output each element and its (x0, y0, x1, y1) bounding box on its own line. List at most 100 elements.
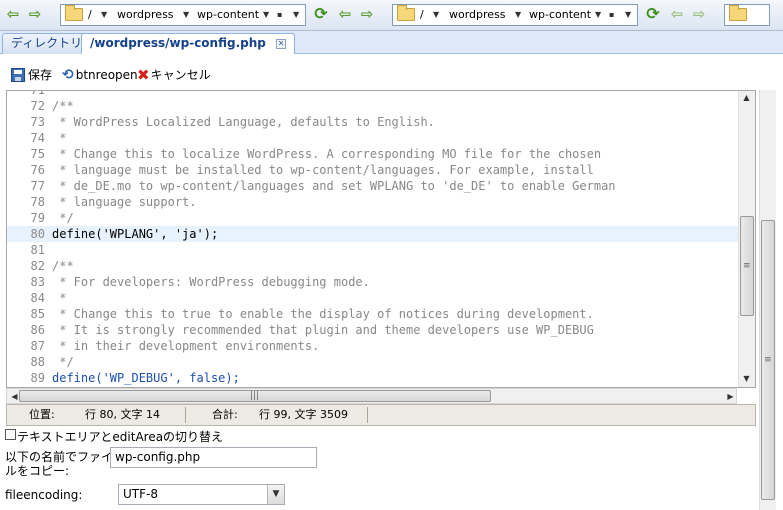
code-line: 71 (7, 91, 755, 98)
forward-arrow-icon[interactable]: ⇨ (358, 6, 376, 22)
code-text: * language support. (52, 195, 197, 209)
back-arrow-icon[interactable]: ⇦ (336, 6, 354, 22)
dropdown-arrow-icon[interactable]: ▼ (101, 5, 107, 25)
scroll-down-icon[interactable]: ▼ (739, 374, 754, 383)
code-text: /** (52, 259, 74, 273)
dropdown-arrow-icon[interactable]: ▼ (515, 5, 521, 25)
line-number: 77 (30, 179, 45, 193)
path-segment[interactable]: / (420, 5, 424, 25)
code-line: 73 * WordPress Localized Language, defau… (7, 114, 755, 130)
encoding-select[interactable]: UTF-8 ▼ (118, 484, 285, 505)
path-segment[interactable]: wp-content (529, 5, 591, 25)
copy-as-label-line: 以下の名前でファイ (5, 450, 114, 464)
tab-directory[interactable]: ディレクトリ (2, 33, 92, 54)
code-text: * Change this to localize WordPress. A c… (52, 147, 602, 161)
path-segment[interactable]: wordpress (449, 5, 506, 25)
scroll-thumb[interactable]: ||| (19, 390, 491, 402)
copy-as-label-line: ルをコピー: (5, 464, 70, 478)
line-number: 76 (30, 163, 45, 177)
tab-bar: ディレクトリ /wordpress/wp-config.php ✕ (0, 31, 783, 55)
code-text: * in their development environments. (52, 339, 320, 353)
copy-filename-input[interactable]: wp-config.php (110, 447, 317, 468)
dropdown-arrow-icon[interactable]: ▼ (433, 5, 439, 25)
third-path-selector[interactable] (724, 4, 770, 26)
code-text: */ (52, 211, 74, 225)
dropdown-arrow-icon[interactable]: ▼ (183, 5, 189, 25)
code-line: 78 * language support. (7, 194, 755, 210)
editarea-toggle-checkbox[interactable] (5, 429, 16, 440)
dropdown-arrow-icon[interactable]: ▪ (609, 5, 614, 25)
scroll-thumb[interactable]: ≡ (761, 220, 775, 500)
path-segment[interactable]: wordpress (117, 5, 174, 25)
cancel-button[interactable]: ✖ キャンセル (137, 66, 211, 84)
refresh-icon[interactable]: ⟳ (312, 5, 330, 23)
status-bar: 位置: 行 80, 文字 14 合計: 行 99, 文字 3509 (6, 404, 756, 426)
code-line: 83 * For developers: WordPress debugging… (7, 274, 755, 290)
code-text: * language must be installed to wp-conte… (52, 163, 594, 177)
line-number: 89 (30, 371, 45, 385)
line-number: 86 (30, 323, 45, 337)
code-line: 75 * Change this to localize WordPress. … (7, 146, 755, 162)
left-path-selector[interactable]: / ▼ wordpress ▼ wp-content ▼ ▪ ▼ (60, 4, 306, 26)
folder-icon (729, 5, 747, 21)
code-text: /** (52, 99, 74, 113)
code-line: 86 * It is strongly recommended that plu… (7, 322, 755, 338)
code-line-current: 80 define('WPLANG', 'ja'); (7, 226, 755, 242)
code-text: * WordPress Localized Language, defaults… (52, 115, 435, 129)
position-value: 行 80, 文字 14 (85, 408, 160, 421)
back-arrow-icon[interactable]: ⇦ (4, 6, 22, 22)
status-divider (367, 407, 368, 423)
copy-as-label: 以下の名前でファイ ルをコピー: (5, 450, 113, 478)
scroll-thumb[interactable]: ≡ (740, 216, 754, 316)
position-label: 位置: (29, 408, 55, 421)
reopen-label: btnreopen (75, 68, 138, 82)
code-text: * de_DE.mo to wp-content/languages and s… (52, 179, 616, 193)
dropdown-arrow-icon[interactable]: ▼ (595, 5, 601, 25)
code-editor[interactable]: 71 72 /** 73 * WordPress Localized Langua… (6, 90, 756, 388)
line-number: 78 (30, 195, 45, 209)
scroll-right-icon[interactable]: ▶ (723, 392, 738, 401)
folder-icon (65, 5, 83, 21)
editor-vertical-scrollbar[interactable]: ▲ ≡ ▼ (738, 91, 755, 387)
folder-icon (397, 5, 415, 21)
path-segment[interactable]: wp-content (197, 5, 259, 25)
code-line: 84 * (7, 290, 755, 306)
chevron-down-icon[interactable]: ▼ (267, 485, 284, 504)
page-vertical-scrollbar[interactable]: ≡ (759, 90, 776, 510)
dropdown-arrow-icon[interactable]: ▼ (263, 5, 269, 25)
line-number: 85 (30, 307, 45, 321)
total-value: 行 99, 文字 3509 (259, 408, 348, 421)
forward-arrow-icon[interactable]: ⇨ (26, 6, 44, 22)
tab-wp-config[interactable]: /wordpress/wp-config.php ✕ (81, 33, 296, 55)
code-line: 81 (7, 242, 755, 258)
code-line: 89 define('WP_DEBUG', false); (7, 370, 755, 386)
refresh-icon[interactable]: ⟳ (644, 5, 662, 23)
code-text: * (52, 291, 67, 305)
dropdown-arrow-icon[interactable]: ▼ (293, 5, 299, 25)
code-lines: 71 72 /** 73 * WordPress Localized Langua… (7, 91, 755, 386)
code-line: 72 /** (7, 98, 755, 114)
code-line: 79 */ (7, 210, 755, 226)
save-button[interactable]: 保存 (11, 66, 52, 84)
path-segment[interactable]: / (88, 5, 92, 25)
status-divider (185, 407, 186, 423)
code-line: 74 * (7, 130, 755, 146)
line-number: 75 (30, 147, 45, 161)
reload-icon: ⟲ (62, 67, 74, 83)
back-arrow-icon[interactable]: ⇦ (668, 6, 686, 22)
right-path-selector[interactable]: / ▼ wordpress ▼ wp-content ▼ ▪ ▼ (392, 4, 638, 26)
line-number: 73 (30, 115, 45, 129)
close-icon[interactable]: ✕ (276, 38, 287, 49)
scroll-up-icon[interactable]: ▲ (739, 93, 754, 102)
code-line: 87 * in their development environments. (7, 338, 755, 354)
line-number: 84 (30, 291, 45, 305)
editor-horizontal-scrollbar[interactable]: ◀ ||| ▶ (6, 388, 737, 404)
tab-label: ディレクトリ (11, 36, 83, 50)
dropdown-arrow-icon[interactable]: ▼ (625, 5, 631, 25)
reopen-button[interactable]: ⟲ btnreopen (62, 66, 138, 84)
forward-arrow-icon[interactable]: ⇨ (690, 6, 708, 22)
dropdown-arrow-icon[interactable]: ▪ (277, 5, 282, 25)
encoding-label: fileencoding: (5, 488, 83, 502)
code-text: * Change this to true to enable the disp… (52, 307, 594, 321)
code-text: define('WP_DEBUG', false); (52, 371, 240, 385)
